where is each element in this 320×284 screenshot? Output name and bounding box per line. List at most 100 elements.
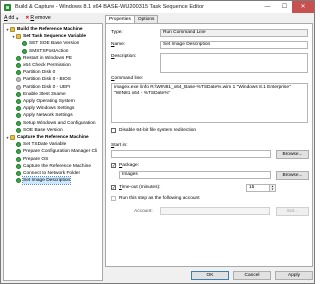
app-icon [4, 3, 11, 11]
tab-strip: Properties Options [105, 15, 159, 24]
tree-item[interactable]: Apply Windows Settings [4, 105, 74, 112]
name-field[interactable]: Set Image Description [160, 41, 308, 49]
remove-label: emove [35, 15, 51, 21]
tab-options[interactable]: Options [133, 15, 159, 23]
minimize-button[interactable]: — [259, 1, 276, 13]
step-check-icon [16, 55, 21, 61]
start-in-field[interactable] [111, 150, 271, 158]
run-as-label: Run this step as the following account [119, 196, 200, 201]
tree-item[interactable]: Partition Disk 0 - BIOS [4, 76, 71, 83]
disable-64bit-checkbox[interactable] [111, 128, 116, 133]
tree-item-label: Partition Disk 0 - BIOS [23, 77, 71, 83]
tree-item[interactable]: Restart in Windows PE [4, 55, 72, 62]
tree-item-label: Apply Network Settings [23, 113, 73, 119]
task-sequence-editor-window: Build & Capture - Windows 8.1 x64 BASE-W… [0, 0, 315, 284]
tree-item[interactable]: x64 Check Permission [4, 62, 71, 69]
tree-item[interactable]: Enable 3test 3name [4, 91, 66, 98]
disable-64bit-label: Disable 64-bit file system redirection [119, 128, 197, 133]
tree-item[interactable]: SMSTSPostAction [4, 48, 68, 55]
tree-item[interactable]: Connect to Network Folder [4, 170, 80, 177]
tree-item[interactable]: Prepare OS [4, 156, 48, 163]
properties-panel: Type: Run Command Line Name: Set Image D… [105, 23, 313, 267]
tree-item[interactable]: SOE Base Version [4, 127, 63, 134]
timeout-checkbox[interactable]: ✓ [111, 185, 116, 190]
tree-item[interactable]: SET SOE Base Version [4, 40, 79, 47]
tree-item[interactable]: Apply Network Settings [4, 112, 73, 119]
tree-item-label: Build the Reference Machine [17, 27, 83, 32]
start-in-browse-button[interactable]: Browse... [276, 150, 309, 159]
tree-item[interactable]: Partition Disk 0 - UEFI [4, 84, 70, 91]
step-check-icon [16, 149, 21, 155]
tree-item[interactable]: Apply Operating System [4, 98, 75, 105]
tree-item[interactable]: Capture the Reference Machine [4, 163, 91, 170]
tree-item-label: Apply Operating System [23, 99, 75, 104]
tree-item-label: Capture the Reference Machine [17, 135, 89, 140]
package-field[interactable]: Images [119, 171, 271, 179]
run-as-checkbox[interactable] [111, 196, 116, 201]
tree-item[interactable]: Set TSDate Variable [4, 141, 66, 148]
tree-item-label: Prepare OS [23, 156, 49, 162]
resize-grip[interactable]: ⋰ [308, 276, 312, 281]
step-check-icon [16, 113, 21, 119]
tree-item[interactable]: Set Image Description [4, 176, 72, 186]
step-check-icon [16, 70, 21, 76]
close-button[interactable]: ✕ [292, 1, 314, 13]
title-bar: Build & Capture - Windows 8.1 x64 BASE-W… [1, 1, 314, 13]
step-check-icon [16, 63, 21, 68]
timeout-field[interactable]: 15 [246, 184, 270, 192]
window-title: Build & Capture - Windows 8.1 x64 BASE-W… [15, 4, 204, 10]
task-sequence-tree[interactable]: ▾ Build the Reference Machine ▾ Set Task Se… [3, 23, 103, 281]
command-line-label-text: ommand line: [114, 76, 144, 81]
disabled-step-icon [16, 84, 21, 90]
remove-icon: ✕ [25, 15, 30, 21]
tree-item[interactable]: ▾ Set Task Sequence Variable [4, 33, 86, 40]
account-field[interactable] [160, 207, 270, 215]
tree-item-label: Apply Windows Settings [23, 106, 75, 112]
account-label: Account: [134, 209, 153, 214]
package-checkbox[interactable]: ✓ [111, 163, 116, 168]
step-check-icon [16, 127, 21, 133]
tree-item[interactable]: Setup Windows and Configuration [4, 120, 96, 127]
tree-item[interactable]: Prepare Configuration Manager Cli [4, 148, 97, 155]
tree-item-label: SET SOE Base Version [29, 41, 80, 47]
tree-item-label: Partition Disk 0 [23, 70, 56, 76]
tree-item-label: Restart in Windows PE [23, 55, 73, 61]
step-check-icon [16, 120, 21, 126]
add-label: dd [8, 15, 15, 21]
start-in-label: Start in: [111, 143, 128, 148]
group-folder-icon [10, 27, 15, 32]
maximize-button[interactable]: ☐ [276, 1, 293, 13]
command-line-label: Command line: [111, 76, 143, 81]
tree-item-label: Partition Disk 0 - UEFI [23, 84, 71, 90]
tree-item-label: Set Image Description [21, 176, 72, 186]
remove-hotkey: R [30, 15, 35, 21]
name-label-text: ame: [114, 42, 126, 47]
timeout-label-text: ime-out (minutes): [121, 185, 161, 190]
tree-item[interactable]: ▾ Build the Reference Machine [4, 26, 83, 33]
timeout-spinner[interactable]: ▴ ▾ [270, 184, 276, 192]
add-hotkey: A [4, 15, 8, 21]
step-check-icon [22, 48, 27, 54]
tree-item-label: Enable 3test 3name [23, 91, 66, 97]
step-check-icon [16, 163, 21, 169]
tree-item-label: Prepare Configuration Manager Cli [23, 149, 98, 155]
ok-button[interactable]: OK [191, 271, 229, 280]
name-label: Name: [111, 42, 125, 47]
cancel-button[interactable]: Cancel [233, 271, 271, 280]
tree-item-label: Setup Windows and Configuration [23, 120, 96, 126]
set-account-button[interactable]: Set... [276, 207, 309, 216]
step-check-icon [16, 99, 21, 104]
step-check-icon [16, 142, 21, 148]
type-label: Type: [111, 30, 123, 35]
package-browse-button[interactable]: Browse... [276, 171, 309, 180]
tree-item[interactable]: ▾ Capture the Reference Machine [4, 134, 89, 141]
description-field[interactable] [160, 53, 308, 73]
tree-item[interactable]: Partition Disk 0 [4, 69, 55, 76]
remove-button[interactable]: ✕ Remove [25, 15, 51, 21]
step-check-icon [16, 106, 21, 112]
add-menu-button[interactable]: Add ▼ [4, 15, 19, 21]
group-folder-icon [16, 34, 21, 40]
package-label-text: ackage: [122, 163, 140, 168]
tree-item-label: Set Task Sequence Variable [23, 34, 87, 40]
command-line-field[interactable]: imagex.exe /info R:\WIN81_x64_Base-%TSDa… [111, 83, 308, 123]
